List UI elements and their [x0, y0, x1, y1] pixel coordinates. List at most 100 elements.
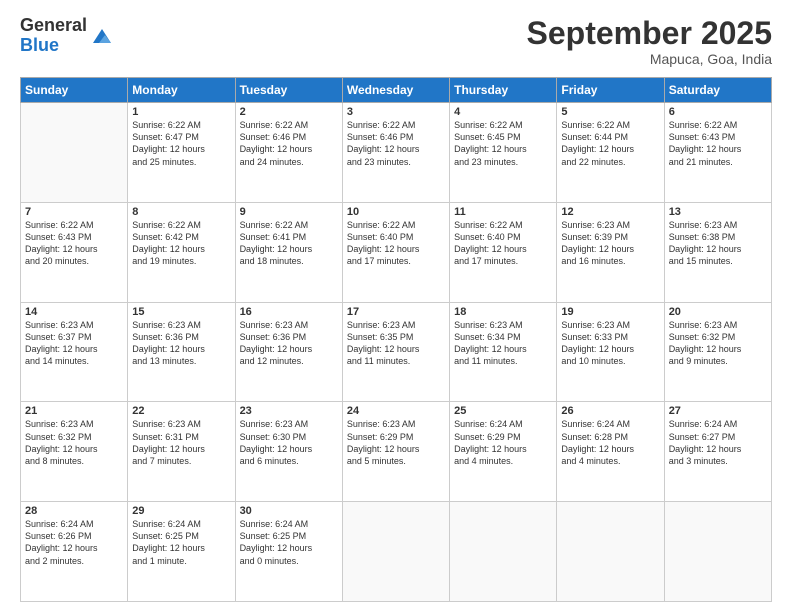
day-number: 29	[132, 505, 230, 517]
calendar-cell: 28Sunrise: 6:24 AM Sunset: 6:26 PM Dayli…	[21, 502, 128, 602]
calendar-header-row: SundayMondayTuesdayWednesdayThursdayFrid…	[21, 78, 772, 103]
col-header-wednesday: Wednesday	[342, 78, 449, 103]
day-number: 26	[561, 405, 659, 417]
logo-icon	[91, 25, 113, 47]
day-number: 1	[132, 106, 230, 118]
calendar-cell: 23Sunrise: 6:23 AM Sunset: 6:30 PM Dayli…	[235, 402, 342, 502]
day-info: Sunrise: 6:22 AM Sunset: 6:40 PM Dayligh…	[454, 219, 552, 268]
day-info: Sunrise: 6:24 AM Sunset: 6:29 PM Dayligh…	[454, 418, 552, 467]
calendar-cell	[557, 502, 664, 602]
week-row-1: 1Sunrise: 6:22 AM Sunset: 6:47 PM Daylig…	[21, 103, 772, 203]
calendar-cell: 27Sunrise: 6:24 AM Sunset: 6:27 PM Dayli…	[664, 402, 771, 502]
header: General Blue September 2025 Mapuca, Goa,…	[20, 16, 772, 67]
day-info: Sunrise: 6:23 AM Sunset: 6:36 PM Dayligh…	[240, 319, 338, 368]
day-number: 14	[25, 306, 123, 318]
day-number: 7	[25, 206, 123, 218]
day-info: Sunrise: 6:24 AM Sunset: 6:28 PM Dayligh…	[561, 418, 659, 467]
day-number: 17	[347, 306, 445, 318]
day-info: Sunrise: 6:22 AM Sunset: 6:45 PM Dayligh…	[454, 119, 552, 168]
day-number: 12	[561, 206, 659, 218]
col-header-saturday: Saturday	[664, 78, 771, 103]
day-info: Sunrise: 6:23 AM Sunset: 6:29 PM Dayligh…	[347, 418, 445, 467]
day-number: 27	[669, 405, 767, 417]
calendar-cell: 24Sunrise: 6:23 AM Sunset: 6:29 PM Dayli…	[342, 402, 449, 502]
calendar-cell: 11Sunrise: 6:22 AM Sunset: 6:40 PM Dayli…	[450, 202, 557, 302]
calendar-cell: 22Sunrise: 6:23 AM Sunset: 6:31 PM Dayli…	[128, 402, 235, 502]
calendar-cell: 18Sunrise: 6:23 AM Sunset: 6:34 PM Dayli…	[450, 302, 557, 402]
week-row-5: 28Sunrise: 6:24 AM Sunset: 6:26 PM Dayli…	[21, 502, 772, 602]
day-number: 13	[669, 206, 767, 218]
month-title: September 2025	[527, 16, 772, 51]
day-number: 28	[25, 505, 123, 517]
calendar-cell: 17Sunrise: 6:23 AM Sunset: 6:35 PM Dayli…	[342, 302, 449, 402]
calendar-cell: 10Sunrise: 6:22 AM Sunset: 6:40 PM Dayli…	[342, 202, 449, 302]
col-header-thursday: Thursday	[450, 78, 557, 103]
calendar-cell: 26Sunrise: 6:24 AM Sunset: 6:28 PM Dayli…	[557, 402, 664, 502]
calendar-cell: 8Sunrise: 6:22 AM Sunset: 6:42 PM Daylig…	[128, 202, 235, 302]
day-info: Sunrise: 6:22 AM Sunset: 6:41 PM Dayligh…	[240, 219, 338, 268]
calendar-cell: 5Sunrise: 6:22 AM Sunset: 6:44 PM Daylig…	[557, 103, 664, 203]
day-number: 18	[454, 306, 552, 318]
calendar-cell: 4Sunrise: 6:22 AM Sunset: 6:45 PM Daylig…	[450, 103, 557, 203]
day-info: Sunrise: 6:23 AM Sunset: 6:32 PM Dayligh…	[25, 418, 123, 467]
calendar-cell: 15Sunrise: 6:23 AM Sunset: 6:36 PM Dayli…	[128, 302, 235, 402]
day-info: Sunrise: 6:23 AM Sunset: 6:35 PM Dayligh…	[347, 319, 445, 368]
calendar-body: 1Sunrise: 6:22 AM Sunset: 6:47 PM Daylig…	[21, 103, 772, 602]
col-header-sunday: Sunday	[21, 78, 128, 103]
week-row-4: 21Sunrise: 6:23 AM Sunset: 6:32 PM Dayli…	[21, 402, 772, 502]
day-number: 16	[240, 306, 338, 318]
calendar-cell: 14Sunrise: 6:23 AM Sunset: 6:37 PM Dayli…	[21, 302, 128, 402]
calendar-cell: 21Sunrise: 6:23 AM Sunset: 6:32 PM Dayli…	[21, 402, 128, 502]
day-info: Sunrise: 6:22 AM Sunset: 6:43 PM Dayligh…	[669, 119, 767, 168]
col-header-monday: Monday	[128, 78, 235, 103]
calendar-cell: 9Sunrise: 6:22 AM Sunset: 6:41 PM Daylig…	[235, 202, 342, 302]
calendar-cell: 19Sunrise: 6:23 AM Sunset: 6:33 PM Dayli…	[557, 302, 664, 402]
title-block: September 2025 Mapuca, Goa, India	[527, 16, 772, 67]
calendar-cell: 6Sunrise: 6:22 AM Sunset: 6:43 PM Daylig…	[664, 103, 771, 203]
day-number: 19	[561, 306, 659, 318]
day-info: Sunrise: 6:23 AM Sunset: 6:36 PM Dayligh…	[132, 319, 230, 368]
calendar-cell: 16Sunrise: 6:23 AM Sunset: 6:36 PM Dayli…	[235, 302, 342, 402]
day-info: Sunrise: 6:23 AM Sunset: 6:39 PM Dayligh…	[561, 219, 659, 268]
calendar-cell: 29Sunrise: 6:24 AM Sunset: 6:25 PM Dayli…	[128, 502, 235, 602]
day-number: 10	[347, 206, 445, 218]
day-info: Sunrise: 6:22 AM Sunset: 6:46 PM Dayligh…	[347, 119, 445, 168]
day-info: Sunrise: 6:22 AM Sunset: 6:46 PM Dayligh…	[240, 119, 338, 168]
day-number: 3	[347, 106, 445, 118]
day-number: 4	[454, 106, 552, 118]
day-info: Sunrise: 6:22 AM Sunset: 6:47 PM Dayligh…	[132, 119, 230, 168]
calendar-cell	[664, 502, 771, 602]
calendar-cell: 12Sunrise: 6:23 AM Sunset: 6:39 PM Dayli…	[557, 202, 664, 302]
location: Mapuca, Goa, India	[527, 51, 772, 67]
calendar-cell	[450, 502, 557, 602]
day-info: Sunrise: 6:23 AM Sunset: 6:37 PM Dayligh…	[25, 319, 123, 368]
calendar-cell	[21, 103, 128, 203]
day-info: Sunrise: 6:23 AM Sunset: 6:33 PM Dayligh…	[561, 319, 659, 368]
logo: General Blue	[20, 16, 113, 56]
day-info: Sunrise: 6:24 AM Sunset: 6:27 PM Dayligh…	[669, 418, 767, 467]
day-number: 9	[240, 206, 338, 218]
day-info: Sunrise: 6:23 AM Sunset: 6:32 PM Dayligh…	[669, 319, 767, 368]
day-number: 6	[669, 106, 767, 118]
day-number: 23	[240, 405, 338, 417]
day-number: 8	[132, 206, 230, 218]
day-info: Sunrise: 6:22 AM Sunset: 6:40 PM Dayligh…	[347, 219, 445, 268]
calendar-cell: 1Sunrise: 6:22 AM Sunset: 6:47 PM Daylig…	[128, 103, 235, 203]
calendar-cell: 20Sunrise: 6:23 AM Sunset: 6:32 PM Dayli…	[664, 302, 771, 402]
calendar-cell	[342, 502, 449, 602]
day-number: 21	[25, 405, 123, 417]
calendar: SundayMondayTuesdayWednesdayThursdayFrid…	[20, 77, 772, 602]
calendar-cell: 30Sunrise: 6:24 AM Sunset: 6:25 PM Dayli…	[235, 502, 342, 602]
logo-blue: Blue	[20, 36, 87, 56]
day-info: Sunrise: 6:23 AM Sunset: 6:38 PM Dayligh…	[669, 219, 767, 268]
day-number: 24	[347, 405, 445, 417]
calendar-cell: 3Sunrise: 6:22 AM Sunset: 6:46 PM Daylig…	[342, 103, 449, 203]
day-info: Sunrise: 6:22 AM Sunset: 6:43 PM Dayligh…	[25, 219, 123, 268]
day-number: 22	[132, 405, 230, 417]
day-number: 25	[454, 405, 552, 417]
day-number: 11	[454, 206, 552, 218]
day-info: Sunrise: 6:24 AM Sunset: 6:25 PM Dayligh…	[132, 518, 230, 567]
col-header-friday: Friday	[557, 78, 664, 103]
day-info: Sunrise: 6:24 AM Sunset: 6:25 PM Dayligh…	[240, 518, 338, 567]
calendar-cell: 13Sunrise: 6:23 AM Sunset: 6:38 PM Dayli…	[664, 202, 771, 302]
